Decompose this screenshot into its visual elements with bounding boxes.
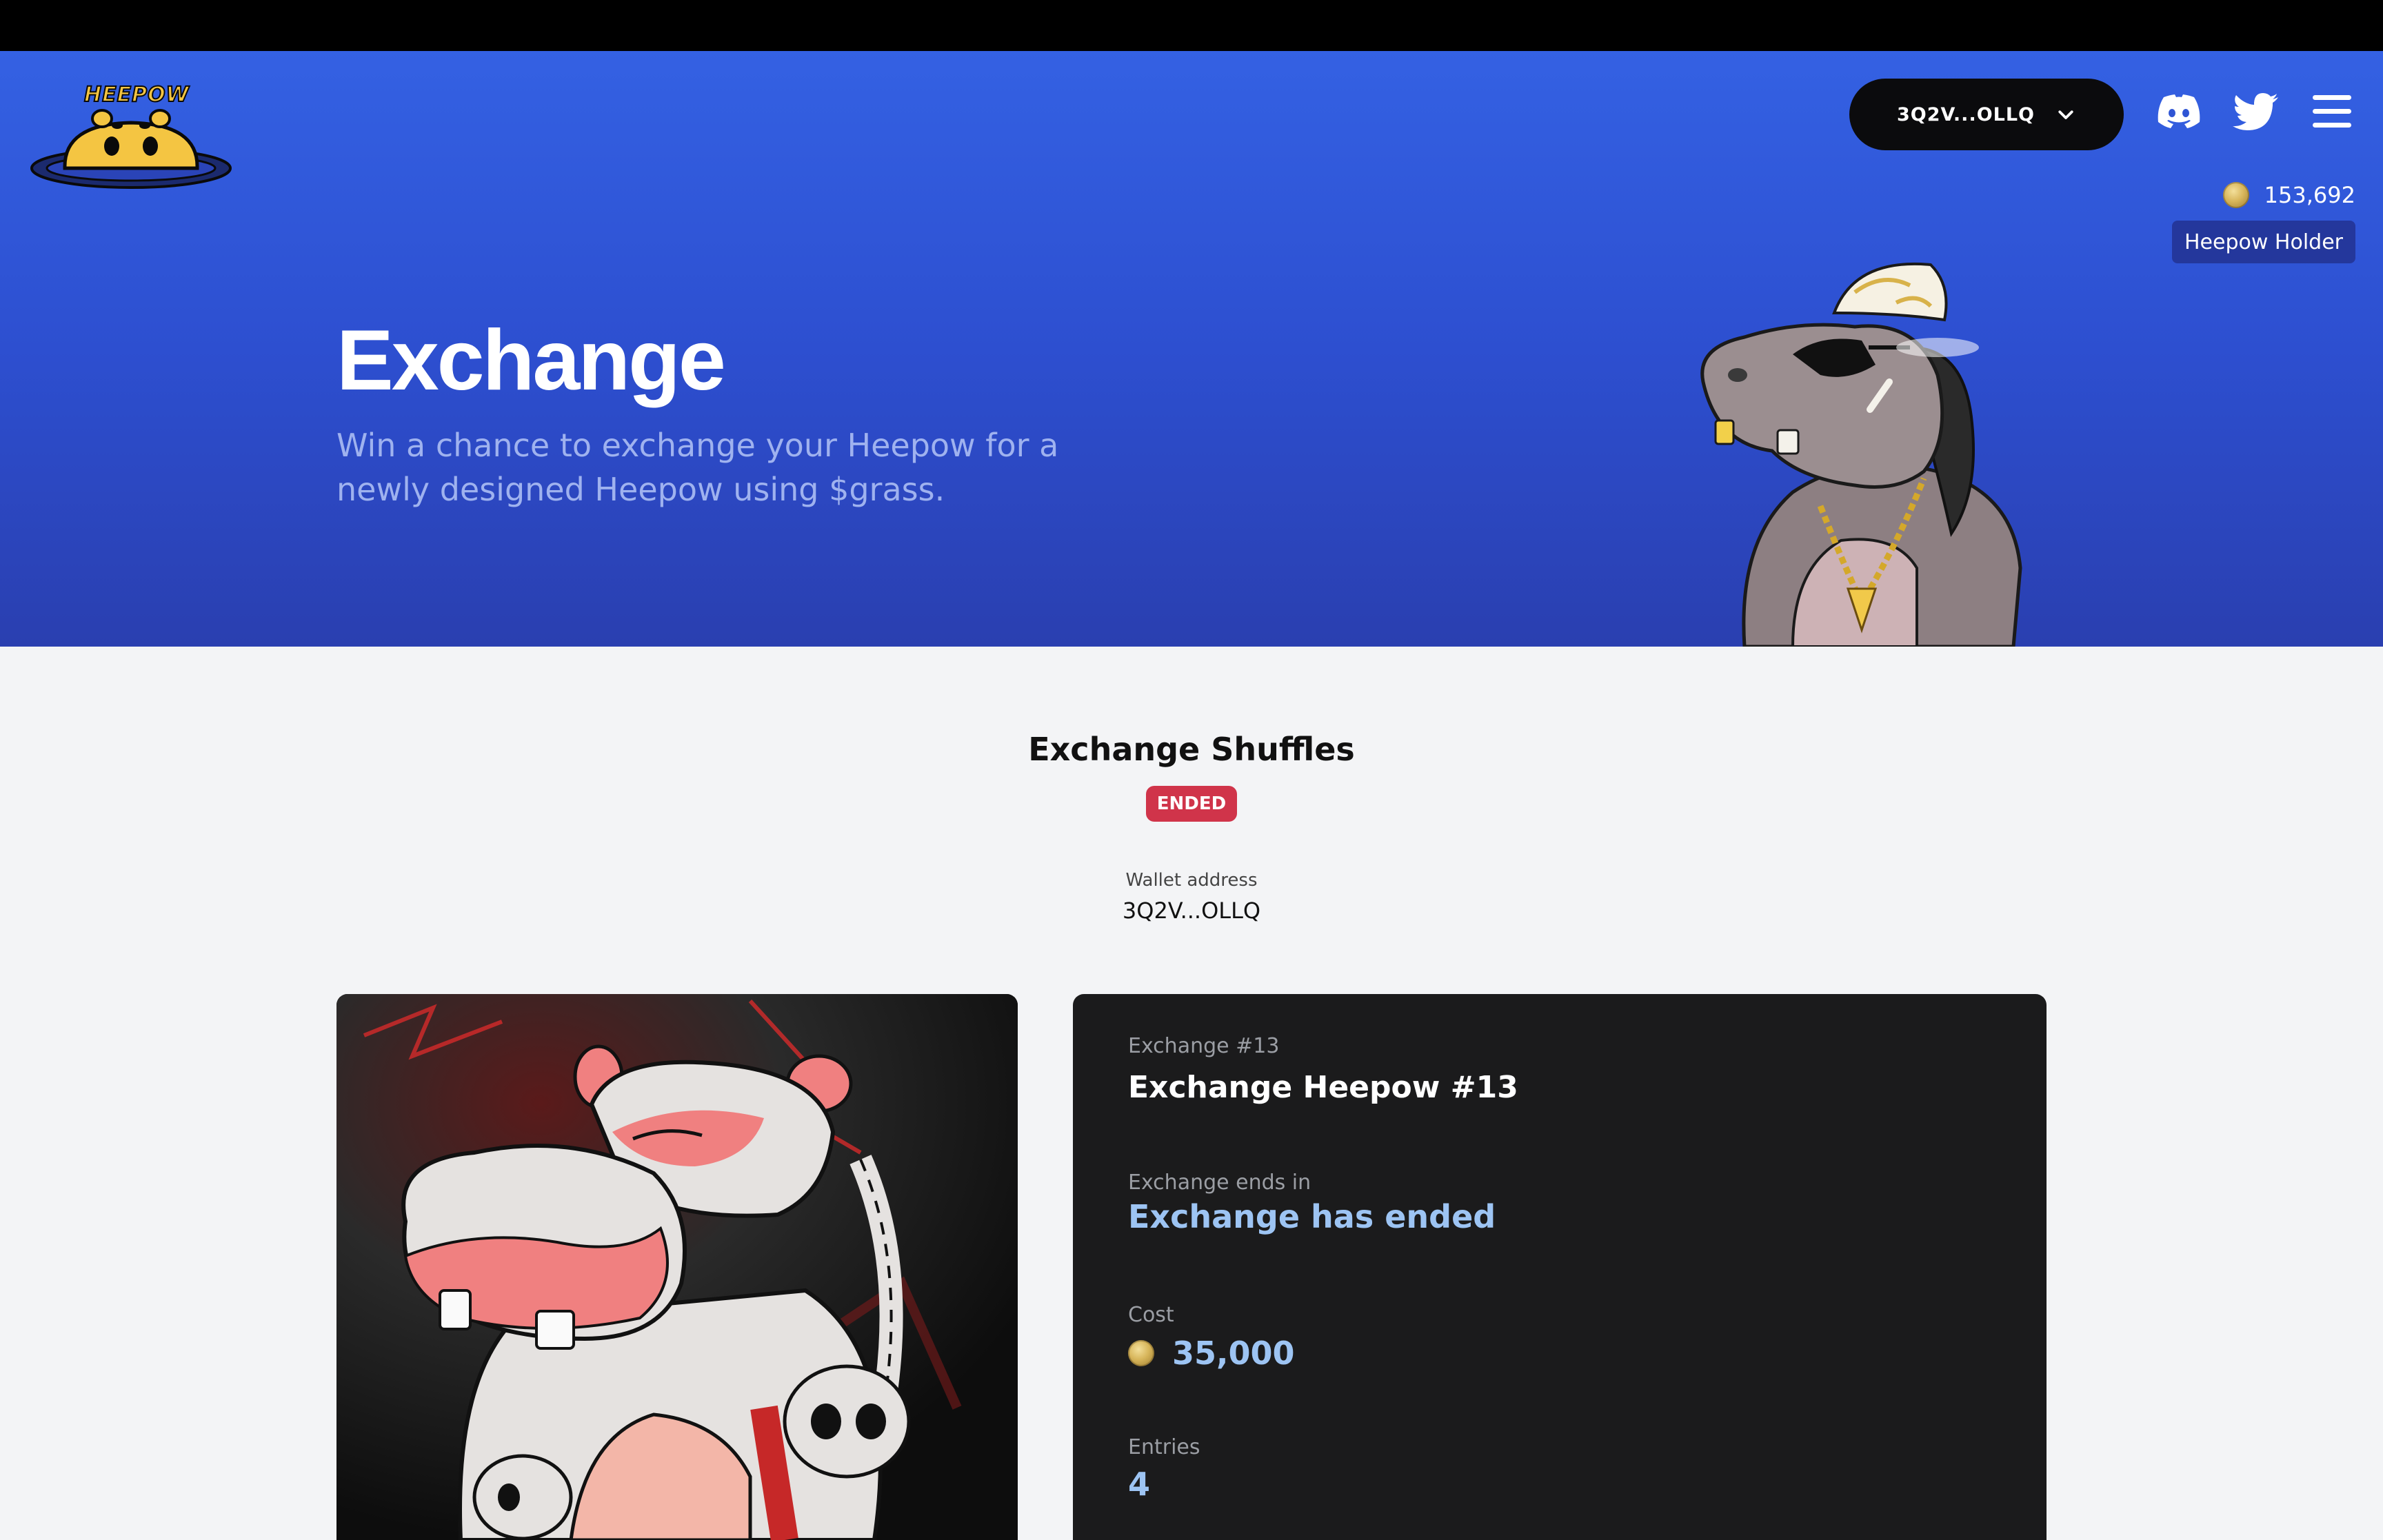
exchange-detail-card: Exchange #13 Exchange Heepow #13 Exchang…: [1073, 994, 2047, 1540]
logo-wordmark: HEEPOW: [83, 82, 190, 108]
hero-hippo-illustration: [1689, 244, 2048, 647]
exchange-name: Exchange Heepow #13: [1128, 1070, 1518, 1105]
page-subtitle: Win a chance to exchange your Heepow for…: [336, 427, 1059, 508]
wallet-address-label: Wallet address: [1125, 870, 1258, 891]
grass-coin-icon: [1128, 1340, 1154, 1366]
hero-banner: HEEPOW 3Q2V...OLLQ 153,692 Heepow Holder…: [0, 51, 2383, 647]
top-black-bar: [0, 0, 2383, 51]
heepow-logo[interactable]: HEEPOW: [29, 82, 233, 193]
discord-icon[interactable]: [2157, 90, 2201, 134]
wallet-button[interactable]: 3Q2V...OLLQ: [1849, 79, 2124, 150]
entries-value: 4: [1128, 1466, 1151, 1503]
exchange-nft-image: [336, 994, 1018, 1540]
twitter-icon[interactable]: [2233, 90, 2278, 134]
wallet-button-label: 3Q2V...OLLQ: [1896, 103, 2035, 125]
grass-balance: 153,692: [2222, 179, 2355, 211]
page-title: Exchange: [336, 313, 726, 408]
exchange-ends-value: Exchange has ended: [1128, 1198, 1496, 1235]
grass-coin-icon: [2222, 182, 2249, 208]
status-badge: ENDED: [1146, 786, 1237, 822]
menu-icon[interactable]: [2311, 90, 2353, 134]
role-badge: Heepow Holder: [2171, 221, 2355, 263]
wallet-address-value: 3Q2V...OLLQ: [1122, 898, 1261, 924]
exchange-number-label: Exchange #13: [1128, 1034, 1280, 1058]
cost-value: 35,000: [1172, 1335, 1295, 1372]
balance-value: 153,692: [2264, 182, 2355, 208]
exchange-ends-label: Exchange ends in: [1128, 1171, 1311, 1195]
entries-label: Entries: [1128, 1435, 1200, 1459]
cost-label: Cost: [1128, 1303, 1174, 1327]
chevron-down-icon: [2058, 110, 2073, 119]
section-title: Exchange Shuffles: [1028, 731, 1355, 768]
cost-row: 35,000: [1128, 1335, 1295, 1372]
